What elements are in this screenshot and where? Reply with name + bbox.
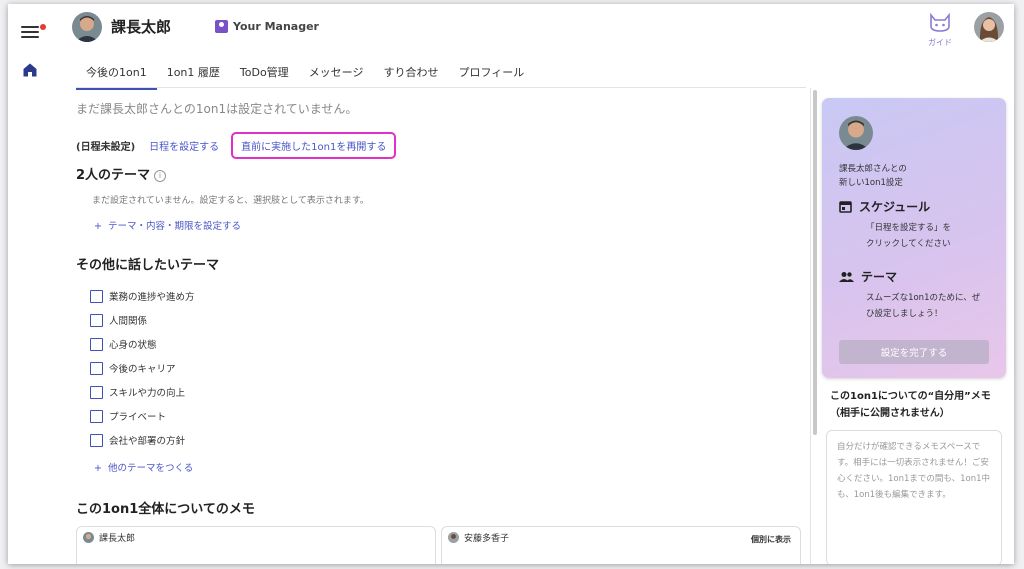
card-intro-line: 新しい1on1設定 bbox=[839, 178, 903, 188]
checkbox-label: スキルや力の向上 bbox=[109, 388, 186, 399]
set-schedule-link[interactable]: 日程を設定する bbox=[149, 138, 219, 153]
private-memo-input[interactable] bbox=[826, 430, 1002, 564]
schedule-step-title: スケジュール bbox=[859, 200, 931, 214]
theme-checkbox-item[interactable]: スキルや力の向上 bbox=[90, 380, 195, 404]
theme-step-heading: テーマ bbox=[839, 268, 897, 285]
avatar bbox=[72, 12, 102, 42]
people-icon bbox=[839, 271, 854, 282]
create-theme-link[interactable]: + 他のテーマをつくる bbox=[94, 460, 193, 474]
checkbox-label: 業務の進捗や進め方 bbox=[109, 292, 195, 303]
theme-checkbox-item[interactable]: プライベート bbox=[90, 404, 195, 428]
info-icon[interactable]: i bbox=[154, 170, 167, 182]
theme-step-title: テーマ bbox=[861, 270, 898, 284]
checkbox[interactable] bbox=[90, 337, 103, 351]
complete-setup-button[interactable]: 設定を完了する bbox=[839, 340, 989, 364]
private-memo-title: この1on1についての“自分用”メモ（相手に公開されません） bbox=[830, 391, 991, 419]
checkbox-label: プライベート bbox=[109, 412, 167, 423]
menu-icon[interactable] bbox=[21, 24, 46, 40]
theme-checkbox-item[interactable]: 業務の進捗や進め方 bbox=[90, 284, 195, 308]
checkbox-label: 会社や部署の方針 bbox=[109, 436, 186, 447]
guide-cat-icon bbox=[930, 12, 950, 32]
theme-checkbox-item[interactable]: 会社や部署の方針 bbox=[90, 428, 195, 452]
theme-checkbox-item[interactable]: 今後のキャリア bbox=[90, 356, 195, 380]
calendar-icon bbox=[839, 201, 852, 213]
shared-themes-heading: 2人のテーマ i bbox=[76, 164, 167, 183]
avatar bbox=[839, 116, 873, 150]
checkbox-label: 今後のキャリア bbox=[109, 364, 176, 375]
partner-name: 課長太郎 bbox=[111, 18, 172, 36]
memo-tab: 安藤多香子 bbox=[442, 527, 515, 547]
theme-step-desc: スムーズな1on1のために、ぜ ひ設定しましょう！ bbox=[866, 290, 980, 322]
schedule-row: (日程未設定) 日程を設定する 直前に実施した1on1を再開する bbox=[76, 132, 397, 159]
guide-button[interactable]: ガイド bbox=[922, 12, 958, 48]
memo-author-name: 安藤多香子 bbox=[464, 533, 510, 544]
schedule-step-desc: 「日程を設定する」を クリックしてください bbox=[866, 220, 951, 252]
person-badge-icon bbox=[215, 20, 228, 33]
side-divider bbox=[810, 88, 811, 564]
guide-label: ガイド bbox=[928, 38, 952, 47]
shared-themes-title: 2人のテーマ bbox=[76, 168, 151, 183]
create-theme-label: 他のテーマをつくる bbox=[107, 463, 194, 474]
schedule-status: (日程未設定) bbox=[76, 142, 136, 153]
checkbox-label: 人間関係 bbox=[109, 316, 148, 327]
checkbox[interactable] bbox=[90, 385, 103, 399]
checkbox-label: 心身の状態 bbox=[109, 340, 157, 351]
show-individually-link[interactable]: 個別に表示 bbox=[751, 534, 791, 545]
add-theme-label: テーマ・内容・期限を設定する bbox=[107, 221, 241, 232]
other-themes-list: 業務の進捗や進め方 人間関係 心身の状態 今後のキャリア スキルや力の向上 プラ… bbox=[90, 284, 195, 452]
my-memo-card[interactable]: 安藤多香子 bbox=[441, 526, 801, 564]
checkbox[interactable] bbox=[90, 361, 103, 375]
themes-empty-hint: まだ設定されていません。設定すると、選択肢として表示されます。 bbox=[92, 196, 369, 206]
checkbox[interactable] bbox=[90, 433, 103, 447]
desc-line: スムーズな1on1のために、ぜ bbox=[866, 293, 981, 303]
checkbox[interactable] bbox=[90, 289, 103, 303]
memo-author-name: 課長太郎 bbox=[99, 533, 136, 544]
not-scheduled-notice: まだ課長太郎さんとの1on1は設定されていません。 bbox=[76, 102, 358, 116]
role-label: Your Manager bbox=[233, 20, 319, 33]
home-icon[interactable] bbox=[22, 62, 38, 78]
app-window: 課長太郎 Your Manager ガイド 今後の1on1 1on1 履歴 To… bbox=[8, 4, 1014, 564]
desc-line: クリックしてください bbox=[866, 239, 951, 249]
setup-guide-card: 課長太郎さんとの 新しい1on1設定 スケジュール 「日程を設定する」を クリッ… bbox=[822, 98, 1006, 378]
avatar bbox=[83, 531, 94, 543]
memo-tab: 課長太郎 bbox=[77, 527, 141, 547]
scrollbar[interactable] bbox=[813, 90, 817, 435]
my-avatar[interactable] bbox=[974, 12, 1004, 42]
partner-memo-card[interactable]: 課長太郎 bbox=[76, 526, 436, 564]
theme-checkbox-item[interactable]: 人間関係 bbox=[90, 308, 195, 332]
checkbox[interactable] bbox=[90, 409, 103, 423]
checkbox[interactable] bbox=[90, 313, 103, 327]
theme-checkbox-item[interactable]: 心身の状態 bbox=[90, 332, 195, 356]
add-theme-link[interactable]: + テーマ・内容・期限を設定する bbox=[94, 218, 241, 232]
tabs-divider bbox=[76, 87, 806, 88]
desc-line: 「日程を設定する」を bbox=[866, 223, 952, 233]
schedule-step-heading: スケジュール bbox=[839, 198, 930, 215]
card-intro: 課長太郎さんとの 新しい1on1設定 bbox=[839, 162, 907, 190]
desc-line: ひ設定しましょう！ bbox=[866, 309, 943, 319]
plus-icon: + bbox=[94, 463, 102, 474]
plus-icon: + bbox=[94, 221, 102, 232]
memo-heading: この1on1全体についてのメモ bbox=[76, 502, 255, 517]
card-intro-line: 課長太郎さんとの bbox=[839, 164, 907, 174]
notification-dot bbox=[40, 24, 46, 30]
role-badge: Your Manager bbox=[215, 20, 319, 33]
resume-last-1on1-link[interactable]: 直前に実施した1on1を再開する bbox=[231, 132, 397, 159]
avatar bbox=[448, 531, 459, 543]
other-themes-heading: その他に話したいテーマ bbox=[76, 258, 220, 273]
